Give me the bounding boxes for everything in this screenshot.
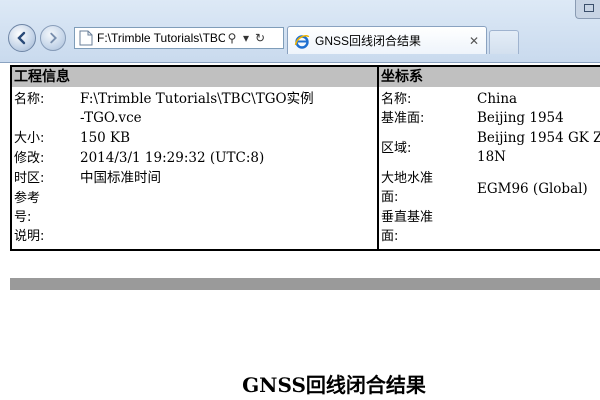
- cs-geoid-label-line2: 面:: [381, 190, 399, 205]
- project-description-label: 说明:: [14, 229, 45, 244]
- project-timezone-label: 时区:: [14, 171, 45, 186]
- coordinate-system-section: 坐标系 名称: China 基准面: Beijing 1954 区域: Beij…: [379, 67, 600, 249]
- project-info-section: 工程信息 名称: F:\Trimble Tutorials\TBC\TGO实例 …: [12, 67, 379, 249]
- cs-datum-label: 基准面:: [381, 111, 425, 126]
- project-modified-label: 修改:: [14, 151, 45, 166]
- tab-title: GNSS回线闭合结果: [315, 34, 422, 48]
- window-restore-button[interactable]: [575, 0, 600, 19]
- back-button[interactable]: [8, 24, 36, 52]
- section-separator-bar: [10, 278, 600, 290]
- search-icon[interactable]: ⚲: [225, 31, 239, 45]
- new-tab-button[interactable]: [489, 30, 519, 54]
- cs-zone-value-line2: 18N: [477, 149, 506, 165]
- project-name-value-line2: -TGO.vce: [80, 110, 142, 126]
- project-timezone-value: 中国标准时间: [80, 170, 161, 186]
- tab-gnss-loop-closure[interactable]: GNSS回线闭合结果 ✕: [287, 26, 487, 54]
- project-modified-value: 2014/3/1 19:29:32 (UTC:8): [80, 150, 265, 166]
- cs-vertical-datum-label-line2: 面:: [381, 229, 399, 244]
- address-bar[interactable]: F:\Trimble Tutorials\TBC ⚲ ▾ ↻: [74, 27, 284, 49]
- cs-name-value: China: [477, 91, 518, 107]
- project-name-value-line1: F:\Trimble Tutorials\TBC\TGO实例: [80, 91, 314, 107]
- coordinate-system-header: 坐标系: [379, 67, 600, 87]
- cs-vertical-datum-label-line1: 垂直基准: [381, 210, 434, 225]
- back-arrow-icon: [17, 31, 26, 45]
- forward-button[interactable]: [40, 25, 66, 51]
- ie-logo-icon: [294, 34, 310, 49]
- project-reference-label-line1: 参考: [14, 191, 41, 206]
- browser-toolbar: F:\Trimble Tutorials\TBC ⚲ ▾ ↻ GNSS回线闭合结…: [0, 0, 600, 63]
- page-icon: [79, 30, 93, 46]
- address-url[interactable]: F:\Trimble Tutorials\TBC: [97, 31, 225, 45]
- project-info-header: 工程信息: [12, 67, 377, 87]
- cs-name-label: 名称:: [381, 92, 412, 107]
- project-reference-label-line2: 号:: [14, 210, 32, 225]
- project-size-value: 150 KB: [80, 130, 131, 146]
- project-size-label: 大小:: [14, 131, 45, 146]
- cs-geoid-label-line1: 大地水准: [381, 171, 434, 186]
- tab-close-icon[interactable]: ✕: [466, 34, 482, 48]
- report-title: GNSS回线闭合结果: [242, 373, 426, 397]
- cs-zone-value-line1: Beijing 1954 GK Z: [477, 130, 600, 146]
- info-table: 工程信息 名称: F:\Trimble Tutorials\TBC\TGO实例 …: [10, 65, 600, 251]
- refresh-icon[interactable]: ↻: [253, 31, 267, 45]
- project-name-label: 名称:: [14, 92, 45, 107]
- dropdown-icon[interactable]: ▾: [239, 31, 253, 45]
- cs-geoid-value: EGM96 (Global): [477, 181, 588, 197]
- forward-arrow-icon: [50, 32, 57, 44]
- cs-datum-value: Beijing 1954: [477, 110, 564, 126]
- page-content: 工程信息 名称: F:\Trimble Tutorials\TBC\TGO实例 …: [0, 63, 600, 400]
- cs-zone-label: 区域:: [381, 141, 412, 156]
- restore-icon: [584, 4, 594, 12]
